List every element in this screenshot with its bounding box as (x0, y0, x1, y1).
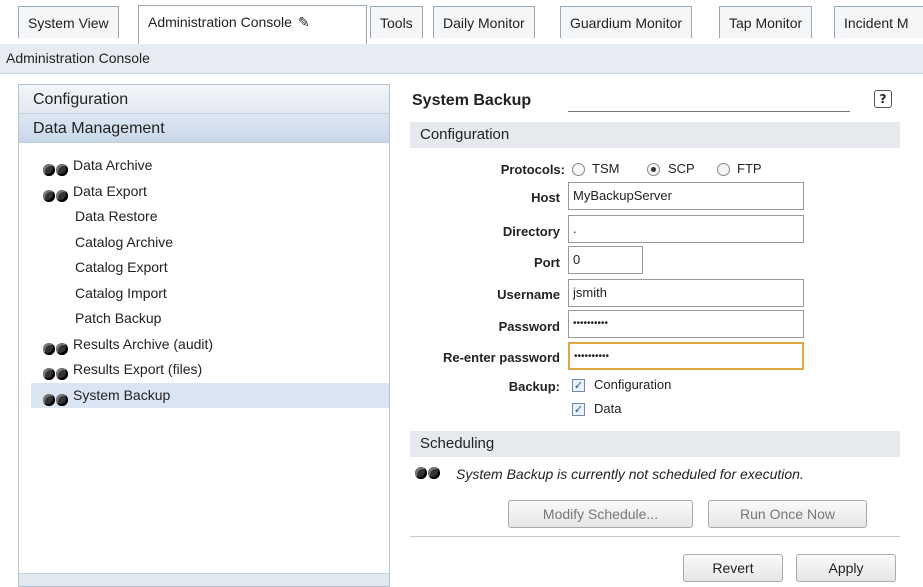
sidebar-item-system-backup[interactable]: System Backup (31, 382, 389, 408)
sidebar-item-label: Catalog Import (75, 284, 167, 301)
help-icon[interactable]: ? (874, 90, 892, 108)
tab-daily-monitor[interactable]: Daily Monitor (433, 6, 535, 38)
sidebar-item-catalog-archive[interactable]: Catalog Archive (19, 230, 389, 256)
breadcrumb: Administration Console (0, 44, 923, 74)
sidebar-item-label: Patch Backup (75, 310, 162, 326)
tab-label: Daily Monitor (443, 15, 525, 31)
sidebar-item-results-export[interactable]: Results Export (files) (19, 357, 389, 383)
pencil-icon: ✎ (297, 14, 310, 30)
tab-tools[interactable]: Tools (370, 6, 423, 38)
sidebar-item-list: Data Archive Data Export Data Restore Ca… (19, 143, 389, 408)
tab-label: Guardium Monitor (570, 15, 683, 31)
configuration-header: Configuration (410, 122, 900, 148)
revert-button[interactable]: Revert (683, 554, 783, 582)
sidebar-item-label: System Backup (73, 386, 171, 403)
radio-scp-label: SCP (668, 161, 695, 176)
tab-label: Tap Monitor (729, 15, 803, 31)
directory-label: Directory (502, 224, 560, 239)
sidebar-item-label: Data Export (73, 182, 147, 199)
sidebar-item-catalog-import[interactable]: Catalog Import (19, 281, 389, 307)
sidebar-item-label: Results Export (files) (73, 361, 203, 377)
port-field[interactable]: 0 (568, 246, 643, 274)
modify-schedule-button[interactable]: Modify Schedule... (508, 500, 693, 528)
sidebar-item-label: Catalog Export (75, 259, 168, 275)
title-underline (568, 111, 850, 112)
status-dots-icon (43, 159, 71, 176)
host-field[interactable]: MyBackupServer (568, 182, 804, 210)
checkbox-configuration-label: Configuration (594, 377, 672, 392)
radio-ftp[interactable] (717, 163, 730, 176)
sidebar-item-label: Results Archive (audit) (73, 335, 214, 352)
sidebar-item-results-archive[interactable]: Results Archive (audit) (19, 332, 389, 358)
radio-tsm-label: TSM (592, 161, 620, 176)
radio-tsm[interactable] (572, 163, 585, 176)
checkbox-configuration[interactable]: ✓ (572, 379, 585, 392)
tab-system-view[interactable]: System View (18, 6, 119, 38)
username-field[interactable]: jsmith (568, 279, 804, 307)
top-tab-bar: System View Administration Console ✎ Tool… (0, 0, 923, 45)
reenter-password-field[interactable]: •••••••••• (568, 342, 804, 370)
section-label: Data Management (33, 120, 165, 137)
breadcrumb-label: Administration Console (6, 50, 150, 66)
radio-scp[interactable] (647, 163, 660, 176)
tab-label: Tools (380, 15, 413, 31)
checkbox-data-label: Data (594, 401, 622, 416)
run-once-now-button[interactable]: Run Once Now (708, 500, 867, 528)
host-label: Host (531, 190, 560, 205)
password-label: Password (498, 319, 560, 334)
sidebar-section-collapsed[interactable] (19, 573, 389, 586)
status-dots-icon (415, 467, 443, 481)
status-dots-icon (43, 338, 71, 355)
status-dots-icon (43, 389, 71, 406)
sidebar-item-label: Data Archive (73, 157, 153, 173)
reenter-password-label: Re-enter password (442, 350, 560, 365)
username-label: Username (497, 287, 560, 302)
password-field[interactable]: •••••••••• (568, 310, 804, 338)
sidebar-section-configuration[interactable]: Configuration (19, 85, 389, 114)
tab-label: Incident M (844, 15, 909, 31)
tab-label: System View (28, 15, 109, 31)
backup-label: Backup: (508, 379, 560, 394)
radio-ftp-label: FTP (737, 161, 762, 176)
directory-field[interactable]: . (568, 215, 804, 243)
status-dots-icon (43, 363, 71, 380)
tab-tap-monitor[interactable]: Tap Monitor (719, 6, 813, 38)
schedule-status-note: System Backup is currently not scheduled… (456, 466, 804, 482)
tab-administration-console[interactable]: Administration Console ✎ (138, 5, 367, 44)
sidebar-item-data-export[interactable]: Data Export (19, 179, 389, 205)
tab-incident-management[interactable]: Incident M (834, 6, 923, 38)
page-title: System Backup (412, 92, 532, 109)
sidebar: Configuration Data Management Data Archi… (18, 84, 390, 587)
divider (410, 536, 900, 537)
scheduling-header: Scheduling (410, 431, 900, 457)
status-dots-icon (43, 185, 71, 202)
sidebar-item-label: Data Restore (75, 208, 158, 224)
tab-guardium-monitor[interactable]: Guardium Monitor (560, 6, 693, 38)
apply-button[interactable]: Apply (796, 554, 896, 582)
port-label: Port (534, 255, 560, 270)
sidebar-item-catalog-export[interactable]: Catalog Export (19, 255, 389, 281)
section-label: Configuration (33, 91, 129, 108)
sidebar-item-label: Catalog Archive (75, 233, 174, 250)
sidebar-section-data-management[interactable]: Data Management (19, 114, 389, 143)
sidebar-item-data-restore[interactable]: Data Restore (19, 204, 389, 230)
protocols-label: Protocols: (500, 162, 565, 177)
tab-label: Administration Console (148, 14, 292, 30)
sidebar-item-data-archive[interactable]: Data Archive (19, 153, 389, 179)
sidebar-item-patch-backup[interactable]: Patch Backup (19, 306, 389, 332)
checkbox-data[interactable]: ✓ (572, 403, 585, 416)
